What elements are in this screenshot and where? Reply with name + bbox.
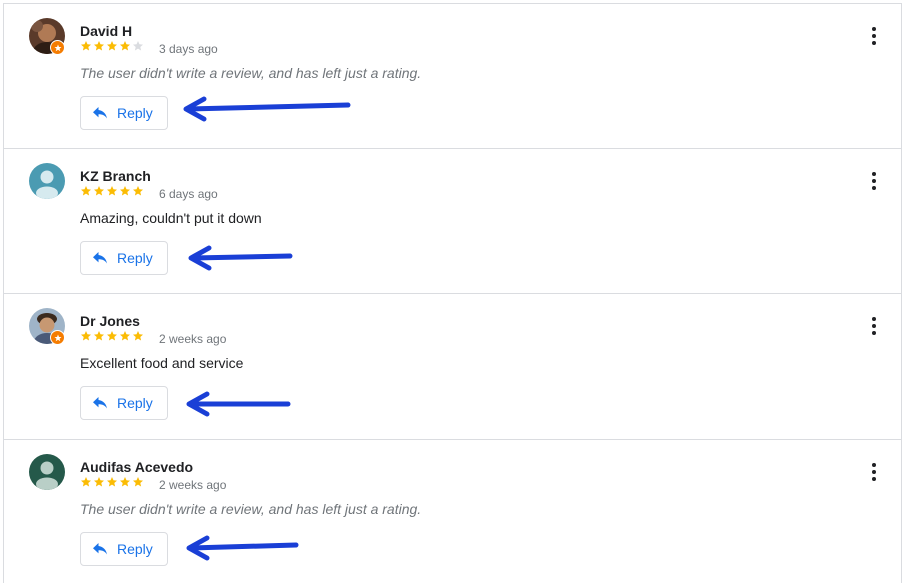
annotation-arrow bbox=[186, 391, 291, 417]
reviewer-name[interactable]: David H bbox=[80, 23, 132, 39]
star-filled-icon bbox=[93, 185, 105, 197]
review-text: The user didn't write a review, and has … bbox=[80, 65, 422, 81]
review-date: 3 days ago bbox=[159, 42, 218, 56]
more-options-button[interactable] bbox=[869, 170, 879, 192]
star-filled-icon bbox=[93, 40, 105, 52]
star-empty-icon bbox=[132, 40, 144, 52]
avatar[interactable] bbox=[29, 454, 65, 490]
review-text: The user didn't write a review, and has … bbox=[80, 501, 422, 517]
reply-label: Reply bbox=[117, 105, 153, 121]
more-vert-icon bbox=[872, 27, 876, 45]
local-guide-badge bbox=[50, 40, 65, 55]
star-filled-icon bbox=[80, 330, 92, 342]
review-item: David H 3 days ago The user didn't write… bbox=[4, 4, 901, 149]
star-filled-icon bbox=[80, 476, 92, 488]
annotation-arrow bbox=[183, 96, 351, 122]
star-filled-icon bbox=[106, 185, 118, 197]
rating-stars bbox=[80, 476, 144, 488]
review-date: 2 weeks ago bbox=[159, 478, 227, 492]
star-filled-icon bbox=[80, 185, 92, 197]
star-filled-icon bbox=[132, 476, 144, 488]
review-text: Amazing, couldn't put it down bbox=[80, 210, 262, 226]
reviewer-name[interactable]: Audifas Acevedo bbox=[80, 459, 193, 475]
more-options-button[interactable] bbox=[869, 461, 879, 483]
review-item: Dr Jones 2 weeks ago Excellent food and … bbox=[4, 294, 901, 440]
reply-button[interactable]: Reply bbox=[80, 96, 168, 130]
star-filled-icon bbox=[132, 330, 144, 342]
rating-stars bbox=[80, 40, 144, 52]
review-date: 2 weeks ago bbox=[159, 332, 227, 346]
reply-button[interactable]: Reply bbox=[80, 241, 168, 275]
reply-icon bbox=[93, 543, 107, 555]
more-vert-icon bbox=[872, 317, 876, 335]
review-item: KZ Branch 6 days ago Amazing, couldn't p… bbox=[4, 149, 901, 294]
review-text: Excellent food and service bbox=[80, 355, 244, 371]
reply-icon bbox=[93, 252, 107, 264]
star-filled-icon bbox=[119, 185, 131, 197]
star-filled-icon bbox=[119, 330, 131, 342]
annotation-arrow bbox=[188, 245, 293, 271]
star-filled-icon bbox=[132, 185, 144, 197]
reply-label: Reply bbox=[117, 250, 153, 266]
rating-stars bbox=[80, 330, 144, 342]
reviewer-name[interactable]: Dr Jones bbox=[80, 313, 140, 329]
star-filled-icon bbox=[106, 476, 118, 488]
local-guide-badge bbox=[50, 330, 65, 345]
annotation-arrow bbox=[186, 535, 299, 561]
review-item: Audifas Acevedo 2 weeks ago The user did… bbox=[4, 440, 901, 586]
star-filled-icon bbox=[119, 40, 131, 52]
reply-label: Reply bbox=[117, 395, 153, 411]
rating-stars bbox=[80, 185, 144, 197]
star-filled-icon bbox=[93, 476, 105, 488]
more-options-button[interactable] bbox=[869, 25, 879, 47]
reply-button[interactable]: Reply bbox=[80, 386, 168, 420]
star-filled-icon bbox=[80, 40, 92, 52]
star-filled-icon bbox=[106, 40, 118, 52]
more-vert-icon bbox=[872, 463, 876, 481]
review-date: 6 days ago bbox=[159, 187, 218, 201]
star-filled-icon bbox=[93, 330, 105, 342]
reviews-list: David H 3 days ago The user didn't write… bbox=[3, 3, 902, 583]
default-avatar-icon bbox=[29, 163, 65, 199]
more-vert-icon bbox=[872, 172, 876, 190]
avatar[interactable] bbox=[29, 163, 65, 199]
star-badge-icon bbox=[54, 44, 61, 51]
reply-icon bbox=[93, 397, 107, 409]
star-filled-icon bbox=[106, 330, 118, 342]
star-badge-icon bbox=[54, 334, 61, 341]
default-avatar-icon bbox=[29, 454, 65, 490]
more-options-button[interactable] bbox=[869, 315, 879, 337]
reply-label: Reply bbox=[117, 541, 153, 557]
reply-icon bbox=[93, 107, 107, 119]
reply-button[interactable]: Reply bbox=[80, 532, 168, 566]
reviewer-name[interactable]: KZ Branch bbox=[80, 168, 151, 184]
star-filled-icon bbox=[119, 476, 131, 488]
